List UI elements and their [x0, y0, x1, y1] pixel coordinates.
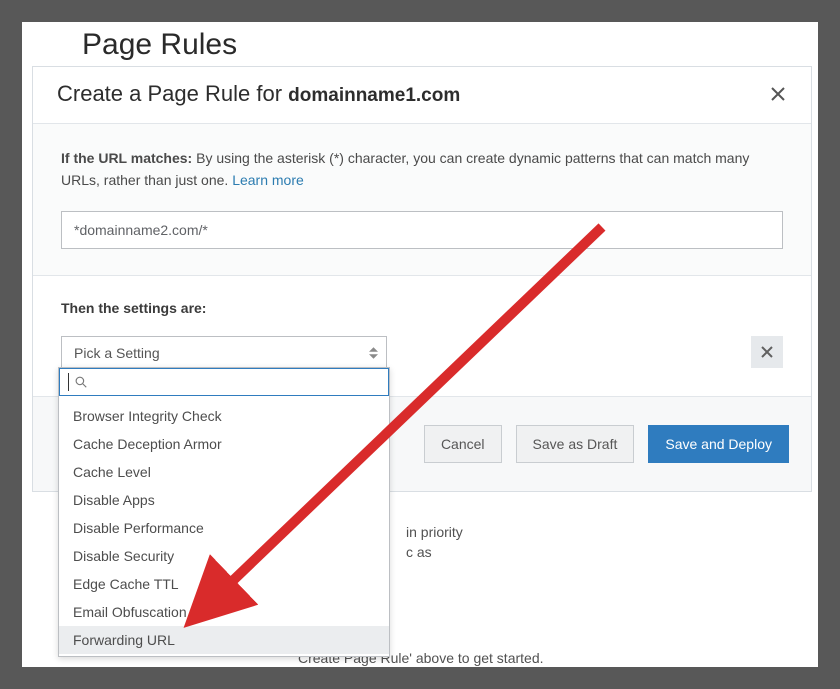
dropdown-option[interactable]: Cache Deception Armor — [59, 430, 389, 458]
dropdown-option[interactable]: Forwarding URL — [59, 626, 389, 654]
url-pattern-input[interactable] — [61, 211, 783, 249]
save-deploy-button[interactable]: Save and Deploy — [648, 425, 789, 463]
dropdown-option[interactable]: Cache Level — [59, 458, 389, 486]
modal-title-prefix: Create a Page Rule for — [57, 81, 288, 106]
help-text: If the URL matches: By using the asteris… — [61, 148, 783, 191]
setting-select[interactable]: Pick a Setting — [61, 336, 387, 370]
save-draft-button[interactable]: Save as Draft — [516, 425, 635, 463]
dropdown-option[interactable]: Automatic HTTPS Rewrites — [59, 654, 389, 656]
bg-priority-hint: in priority c as — [406, 522, 576, 563]
dropdown-option[interactable]: Browser Integrity Check — [59, 402, 389, 430]
learn-more-link[interactable]: Learn more — [232, 172, 304, 188]
close-icon[interactable] — [769, 85, 787, 103]
search-icon — [75, 376, 87, 388]
url-match-section: If the URL matches: By using the asteris… — [33, 123, 811, 275]
dropdown-option[interactable]: Email Obfuscation — [59, 598, 389, 626]
dropdown-search-input[interactable] — [59, 368, 389, 396]
cancel-button[interactable]: Cancel — [424, 425, 502, 463]
settings-label: Then the settings are: — [61, 300, 783, 316]
dropdown-option[interactable]: Edge Cache TTL — [59, 570, 389, 598]
chevron-updown-icon — [369, 347, 378, 359]
setting-select-value: Pick a Setting — [74, 345, 160, 361]
remove-setting-button[interactable] — [751, 336, 783, 368]
modal-domain: domainname1.com — [288, 85, 460, 106]
dropdown-option[interactable]: Disable Security — [59, 542, 389, 570]
text-cursor — [68, 373, 69, 391]
page-title: Page Rules — [82, 28, 758, 62]
setting-dropdown: Browser Integrity CheckCache Deception A… — [58, 367, 390, 657]
dropdown-option[interactable]: Disable Apps — [59, 486, 389, 514]
help-bold: If the URL matches: — [61, 150, 192, 166]
dropdown-list[interactable]: Browser Integrity CheckCache Deception A… — [59, 396, 389, 656]
dropdown-option[interactable]: Disable Performance — [59, 514, 389, 542]
